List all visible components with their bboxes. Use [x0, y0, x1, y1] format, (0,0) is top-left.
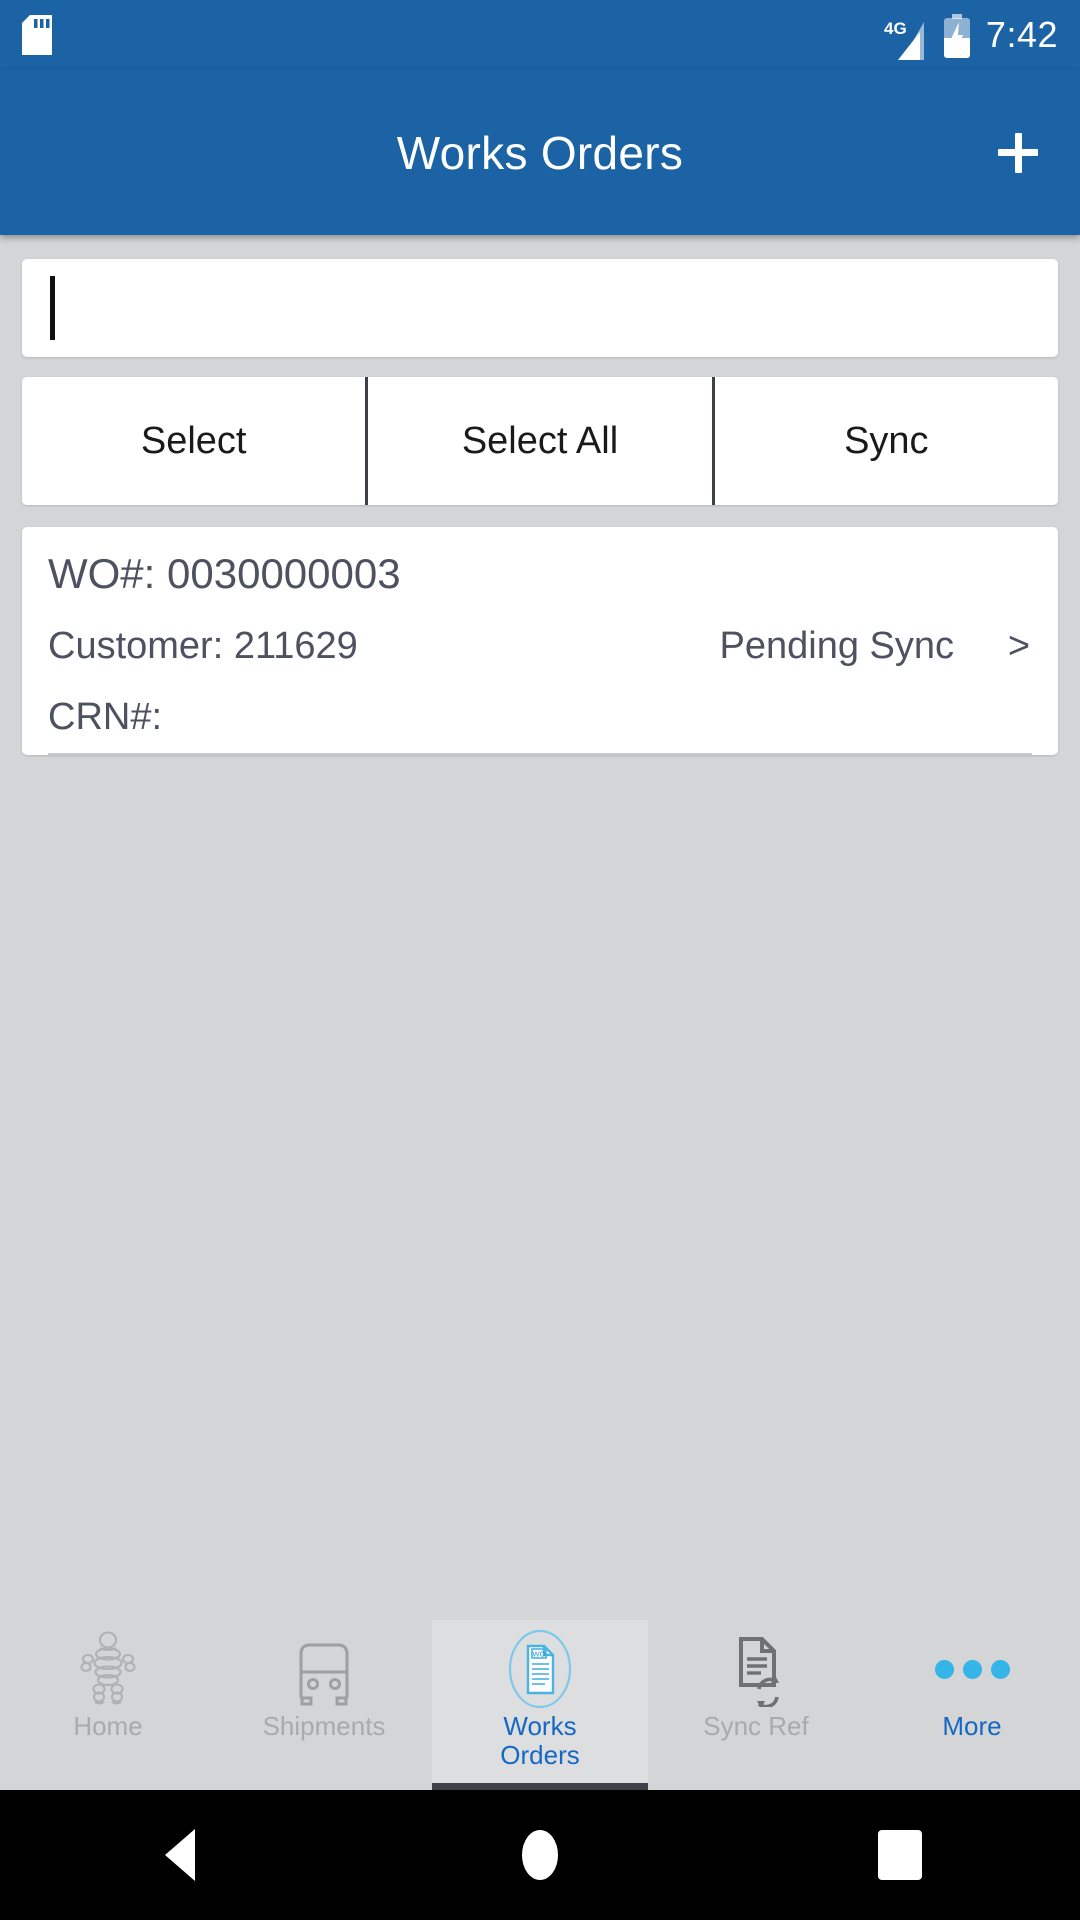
- main-content: Select Select All Sync WO#: 0030000003 C…: [0, 259, 1080, 755]
- action-button-row: Select Select All Sync: [22, 377, 1058, 505]
- chevron-right-icon[interactable]: >: [1006, 625, 1032, 668]
- page-title: Works Orders: [396, 126, 684, 179]
- android-navigation-bar: [0, 1790, 1080, 1920]
- dot-2: [962, 1659, 982, 1679]
- tab-home-label: Home: [73, 1711, 143, 1741]
- dot-1: [934, 1659, 954, 1679]
- add-work-order-button[interactable]: [990, 125, 1046, 181]
- works-order-document-icon: WO: [501, 1629, 579, 1709]
- michelin-man-icon: [75, 1630, 141, 1708]
- select-button[interactable]: Select: [22, 377, 366, 505]
- svg-text:WO: WO: [533, 1650, 546, 1659]
- bottom-tab-bar: Home Shipments WO Works Orders Sync Ref …: [0, 1620, 1080, 1790]
- tab-home[interactable]: Home: [0, 1620, 216, 1790]
- tab-works-orders-label: Works Orders: [500, 1711, 580, 1771]
- three-dots-group: [934, 1659, 1010, 1679]
- svg-text:4G: 4G: [884, 19, 907, 38]
- work-order-meta-row: Customer: 211629 Pending Sync >: [48, 625, 1032, 668]
- work-order-customer: Customer: 211629: [48, 625, 358, 667]
- sync-button[interactable]: Sync: [711, 377, 1058, 505]
- work-order-crn-row: CRN#:: [48, 696, 1032, 755]
- work-order-crn: CRN#:: [48, 696, 163, 738]
- tab-works-orders[interactable]: WO Works Orders: [432, 1620, 648, 1790]
- search-field-card[interactable]: [22, 259, 1058, 357]
- status-badge: Pending Sync: [719, 625, 955, 667]
- sd-card-icon: [22, 15, 52, 55]
- status-bar-right: 4G 7:42: [884, 14, 1058, 60]
- status-bar-clock: 7:42: [985, 14, 1058, 55]
- select-all-button[interactable]: Select All: [365, 377, 712, 505]
- document-sync-icon: [721, 1630, 791, 1708]
- tab-more[interactable]: More: [864, 1620, 1080, 1790]
- back-button[interactable]: [120, 1790, 240, 1920]
- tab-sync-ref-label: Sync Ref: [703, 1711, 809, 1741]
- search-input[interactable]: [54, 259, 1030, 357]
- app-bar: Works Orders: [0, 70, 1080, 235]
- tab-sync-ref[interactable]: Sync Ref: [648, 1620, 864, 1790]
- tab-more-label: More: [942, 1711, 1002, 1741]
- truck-icon: [287, 1630, 361, 1708]
- tab-shipments[interactable]: Shipments: [216, 1620, 432, 1790]
- back-triangle-icon: [165, 1829, 195, 1881]
- work-order-card[interactable]: WO#: 0030000003 Customer: 211629 Pending…: [22, 527, 1058, 755]
- status-bar-left: [22, 15, 52, 55]
- battery-charging-icon: [942, 14, 972, 58]
- recents-button[interactable]: [840, 1790, 960, 1920]
- tab-works-orders-label-line1: Works: [503, 1711, 577, 1741]
- home-circle-icon: [522, 1830, 558, 1880]
- home-button[interactable]: [480, 1790, 600, 1920]
- tab-shipments-label: Shipments: [262, 1711, 386, 1741]
- status-bar: 4G 7:42: [0, 0, 1080, 70]
- work-order-number: WO#: 0030000003: [48, 550, 401, 597]
- dot-3: [990, 1659, 1010, 1679]
- three-dots-icon: [934, 1630, 1010, 1708]
- recents-square-icon: [878, 1830, 922, 1880]
- tab-works-orders-label-line2: Orders: [500, 1740, 580, 1771]
- signal-bars-icon: 4G: [884, 18, 928, 60]
